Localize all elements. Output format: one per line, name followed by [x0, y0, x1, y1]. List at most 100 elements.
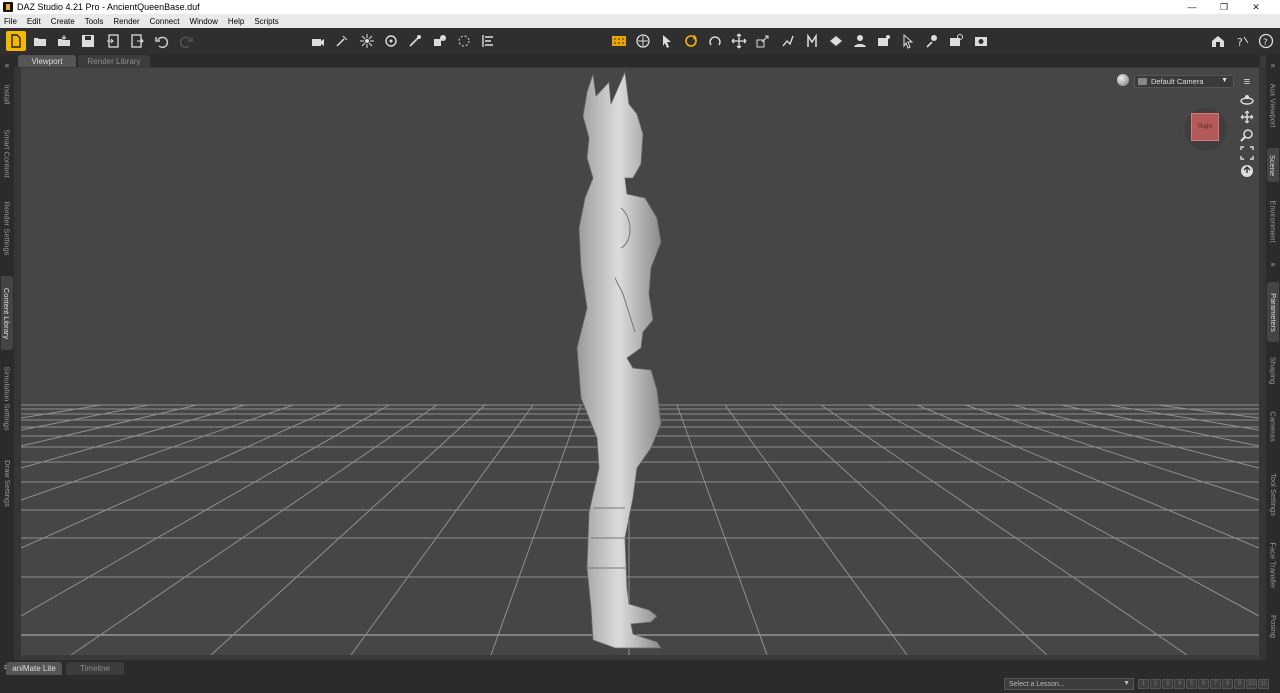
- tab-animate-lite[interactable]: aniMate Lite: [6, 662, 62, 675]
- menu-tools[interactable]: Tools: [80, 17, 109, 26]
- tab-shaping[interactable]: Shaping: [1267, 348, 1279, 392]
- spotlight-icon[interactable]: [332, 31, 352, 51]
- tab-tool-settings[interactable]: Tool Settings: [1267, 462, 1279, 526]
- node-weight-icon[interactable]: [874, 31, 894, 51]
- zoom-icon[interactable]: [1239, 127, 1255, 143]
- tab-scene[interactable]: Scene: [1267, 148, 1279, 182]
- geometry-editor-icon[interactable]: [922, 31, 942, 51]
- right-splitter[interactable]: [1259, 67, 1266, 660]
- tab-install[interactable]: Install: [1, 74, 13, 114]
- menu-scripts[interactable]: Scripts: [249, 17, 283, 26]
- tab-draw-settings[interactable]: Draw Settings: [1, 450, 13, 516]
- light-wand-icon[interactable]: [405, 31, 425, 51]
- camera-select-label: Default Camera: [1151, 77, 1204, 86]
- lesson-step[interactable]: 1: [1138, 679, 1149, 689]
- merge-folder-icon[interactable]: [54, 31, 74, 51]
- right-pane-tabs: ≡ Aux Viewport Scene Environment ≡ Param…: [1266, 54, 1280, 660]
- tab-content-library[interactable]: Content Library: [1, 276, 13, 350]
- tab-smart-content[interactable]: Smart Content: [1, 118, 13, 188]
- viewport-tab-strip: Viewport Render Library: [14, 54, 1260, 67]
- export-icon[interactable]: [127, 31, 147, 51]
- menu-edit[interactable]: Edit: [22, 17, 46, 26]
- spot-render-icon[interactable]: [898, 31, 918, 51]
- tab-posing[interactable]: Posing: [1267, 606, 1279, 646]
- pan-icon[interactable]: [1239, 109, 1255, 125]
- render-settings-icon[interactable]: [946, 31, 966, 51]
- twist-icon[interactable]: [705, 31, 725, 51]
- save-icon[interactable]: [78, 31, 98, 51]
- lesson-step[interactable]: 8: [1222, 679, 1233, 689]
- align-icon[interactable]: [478, 31, 498, 51]
- create-camera-icon[interactable]: [308, 31, 328, 51]
- help-icon[interactable]: ?: [1256, 31, 1276, 51]
- power-pose-icon[interactable]: [826, 31, 846, 51]
- main-toolbar: ? ?: [0, 28, 1280, 55]
- point-light-icon[interactable]: [357, 31, 377, 51]
- lesson-step[interactable]: 5: [1186, 679, 1197, 689]
- menu-render[interactable]: Render: [108, 17, 144, 26]
- orbit-icon[interactable]: [1239, 91, 1255, 107]
- whats-this-icon[interactable]: ?: [1232, 31, 1252, 51]
- open-folder-icon[interactable]: [30, 31, 50, 51]
- lesson-step[interactable]: 2: [1150, 679, 1161, 689]
- 3d-viewport[interactable]: [21, 68, 1259, 655]
- viewport-layout-icon[interactable]: [609, 31, 629, 51]
- redo-icon[interactable]: [176, 31, 196, 51]
- right-pane-menu-icon-2[interactable]: ≡: [1267, 260, 1279, 269]
- undo-icon[interactable]: [152, 31, 172, 51]
- joint-editor-icon[interactable]: [778, 31, 798, 51]
- tab-render-settings[interactable]: Render Settings: [1, 192, 13, 264]
- tab-cameras[interactable]: Cameras: [1267, 404, 1279, 448]
- nav-cube-face[interactable]: Right: [1191, 113, 1219, 141]
- surface-selection-icon[interactable]: [850, 31, 870, 51]
- import-icon[interactable]: [103, 31, 123, 51]
- tab-aux-viewport[interactable]: Aux Viewport: [1267, 74, 1279, 136]
- lesson-step[interactable]: 9: [1234, 679, 1245, 689]
- menu-file[interactable]: File: [0, 17, 22, 26]
- distant-light-icon[interactable]: [381, 31, 401, 51]
- daz-app-icon: [3, 2, 13, 12]
- tab-render-library[interactable]: Render Library: [78, 55, 150, 67]
- home-icon[interactable]: [1208, 31, 1228, 51]
- right-pane-menu-icon[interactable]: ≡: [1267, 58, 1279, 72]
- rotate-icon[interactable]: [681, 31, 701, 51]
- menu-create[interactable]: Create: [46, 17, 80, 26]
- camera-select[interactable]: Default Camera ▼: [1134, 75, 1234, 88]
- tab-timeline[interactable]: Timeline: [66, 662, 124, 675]
- lesson-step[interactable]: 6: [1198, 679, 1209, 689]
- primitive-icon[interactable]: [430, 31, 450, 51]
- chevron-down-icon: ▼: [1221, 77, 1228, 84]
- lesson-step[interactable]: 7: [1210, 679, 1221, 689]
- close-button[interactable]: ✕: [1240, 0, 1272, 14]
- scale-icon[interactable]: [753, 31, 773, 51]
- lesson-step[interactable]: 3: [1162, 679, 1173, 689]
- tab-simulation-settings[interactable]: Simulation Settings: [1, 358, 13, 438]
- lesson-step[interactable]: 10: [1246, 679, 1257, 689]
- frame-icon[interactable]: [1239, 145, 1255, 161]
- draw-style-icon[interactable]: [1117, 74, 1129, 86]
- render-icon[interactable]: [971, 31, 991, 51]
- restore-button[interactable]: ❐: [1208, 0, 1240, 14]
- tab-viewport[interactable]: Viewport: [18, 55, 76, 67]
- tab-environment[interactable]: Environment: [1267, 190, 1279, 252]
- universal-move-icon[interactable]: [633, 31, 653, 51]
- translate-icon[interactable]: [729, 31, 749, 51]
- menu-help[interactable]: Help: [223, 17, 249, 26]
- tab-face-transfer[interactable]: Face Transfer: [1267, 532, 1279, 598]
- region-nav-icon[interactable]: [802, 31, 822, 51]
- left-pane-menu-icon[interactable]: ≡: [1, 58, 13, 72]
- viewport-menu-icon[interactable]: ≡: [1239, 74, 1255, 90]
- node-selection-icon[interactable]: [657, 31, 677, 51]
- svg-text:?: ?: [1263, 38, 1268, 48]
- left-splitter[interactable]: [14, 67, 21, 660]
- lesson-step[interactable]: 11: [1258, 679, 1269, 689]
- minimize-button[interactable]: —: [1176, 0, 1208, 14]
- tab-parameters[interactable]: Parameters: [1267, 282, 1279, 342]
- null-icon[interactable]: [454, 31, 474, 51]
- menu-connect[interactable]: Connect: [145, 17, 185, 26]
- new-file-icon[interactable]: [6, 31, 26, 51]
- lesson-select[interactable]: Select a Lesson... ▼: [1004, 678, 1134, 690]
- reset-view-icon[interactable]: [1239, 163, 1255, 179]
- lesson-step[interactable]: 4: [1174, 679, 1185, 689]
- menu-window[interactable]: Window: [184, 17, 222, 26]
